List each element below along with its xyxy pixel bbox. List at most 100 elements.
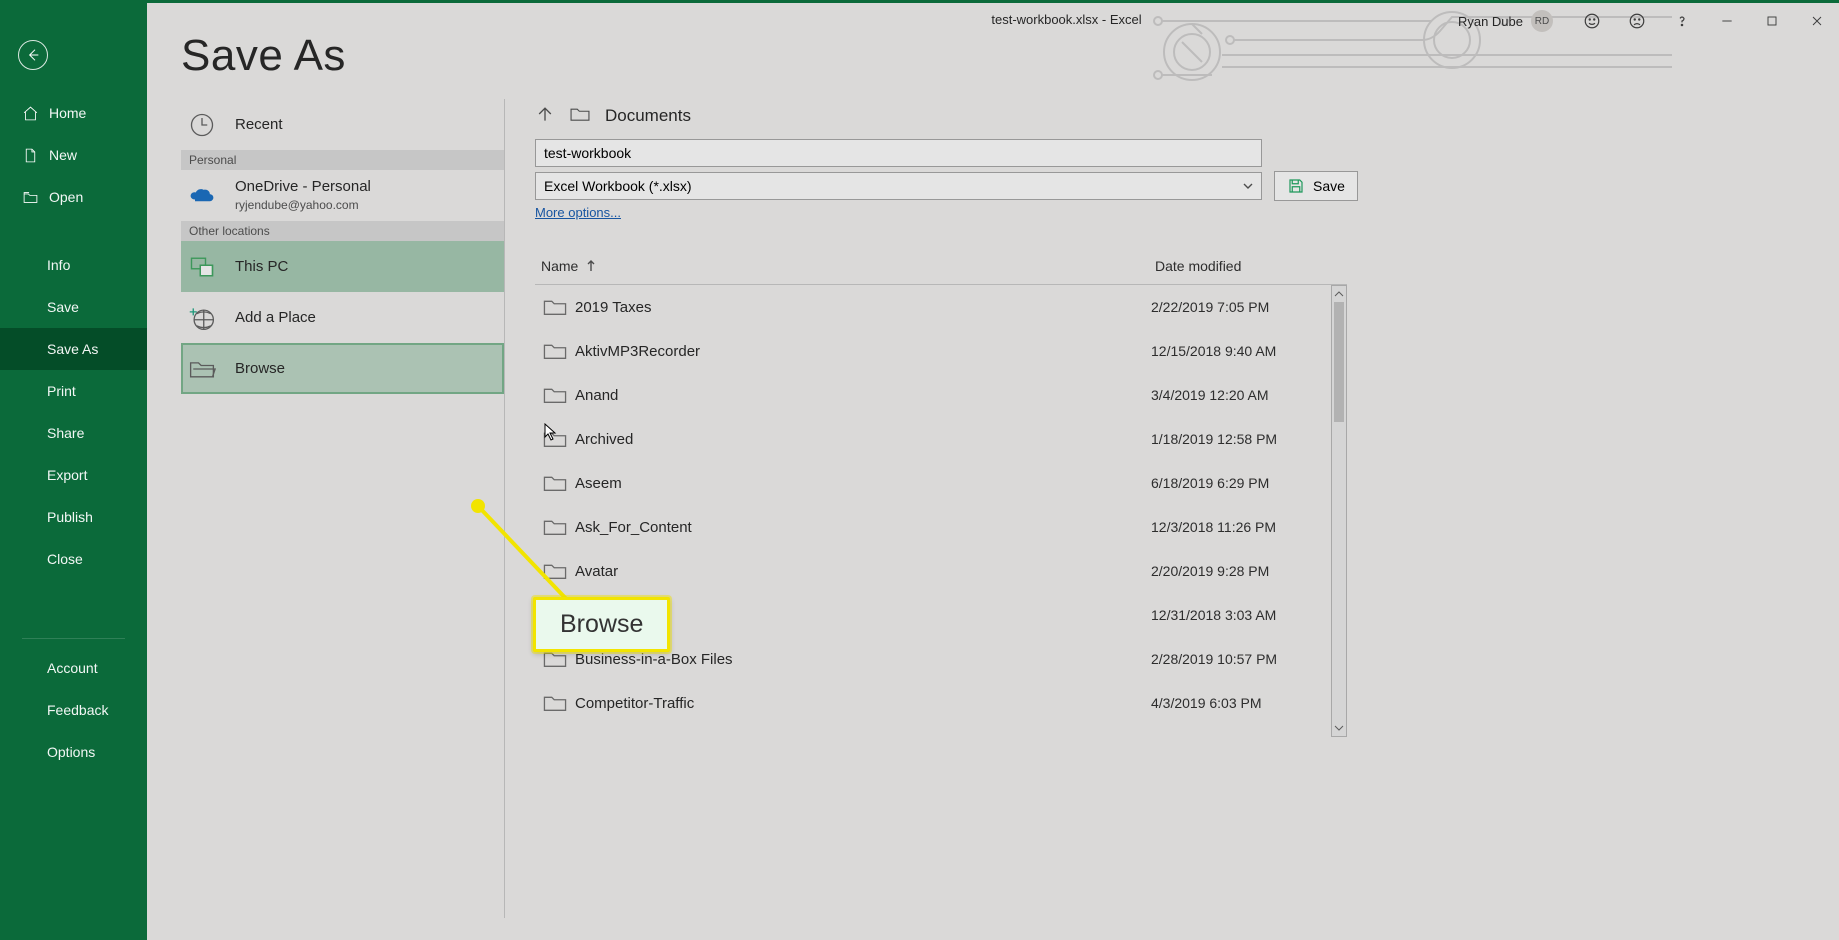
scroll-up-icon[interactable]	[1332, 286, 1346, 302]
sidebar-item-print[interactable]: Print	[0, 370, 147, 412]
locations-section-personal: Personal	[181, 150, 504, 170]
sidebar-item-new[interactable]: New	[0, 134, 147, 176]
file-row[interactable]: AktivMP3Recorder12/15/2018 9:40 AM	[535, 329, 1347, 373]
save-button[interactable]: Save	[1274, 171, 1358, 201]
sidebar-item-label: Export	[47, 467, 87, 483]
sidebar-item-label: Print	[47, 383, 76, 399]
file-row[interactable]: Competitor-Traffic4/3/2019 6:03 PM	[535, 681, 1347, 725]
sidebar-item-feedback[interactable]: Feedback	[0, 689, 147, 731]
scrollbar[interactable]	[1331, 285, 1347, 737]
sidebar-item-options[interactable]: Options	[0, 731, 147, 773]
smile-feedback-icon[interactable]	[1569, 6, 1614, 36]
file-list-header: Name Date modified	[535, 252, 1347, 285]
location-onedrive[interactable]: OneDrive - Personal ryjendube@yahoo.com	[181, 170, 504, 221]
open-folder-icon	[22, 189, 39, 206]
location-this-pc[interactable]: This PC	[181, 241, 504, 292]
file-list: 2019 Taxes2/22/2019 7:05 PM AktivMP3Reco…	[535, 285, 1347, 737]
page-title: Save As	[181, 31, 1805, 81]
home-icon	[22, 105, 39, 122]
file-date: 12/3/2018 11:26 PM	[1151, 519, 1276, 535]
sidebar-item-info[interactable]: Info	[0, 244, 147, 286]
folder-icon	[535, 429, 575, 449]
file-name: Avatar	[575, 563, 1151, 580]
column-header-date[interactable]: Date modified	[1155, 258, 1241, 274]
location-browse[interactable]: Browse	[181, 343, 504, 394]
file-row[interactable]: Ask_For_Content12/3/2018 11:26 PM	[535, 505, 1347, 549]
minimize-button[interactable]	[1704, 6, 1749, 36]
location-sublabel: ryjendube@yahoo.com	[235, 198, 359, 212]
file-date: 3/4/2019 12:20 AM	[1151, 387, 1269, 403]
sidebar-item-saveas[interactable]: Save As	[0, 328, 147, 370]
file-row[interactable]: Business-in-a-Box Files2/28/2019 10:57 P…	[535, 637, 1347, 681]
file-name: Archived	[575, 431, 1151, 448]
location-label: This PC	[235, 258, 288, 275]
file-row[interactable]: Aseem6/18/2019 6:29 PM	[535, 461, 1347, 505]
file-date: 12/31/2018 3:03 AM	[1151, 607, 1276, 623]
location-label: OneDrive - Personal	[235, 178, 371, 195]
location-recent[interactable]: Recent	[181, 99, 504, 150]
sidebar-item-close[interactable]: Close	[0, 538, 147, 580]
sidebar-item-export[interactable]: Export	[0, 454, 147, 496]
folder-icon	[535, 517, 575, 537]
file-row[interactable]: computer-science-online11/15/2018 9:48 P…	[535, 725, 1347, 737]
breadcrumb-label[interactable]: Documents	[605, 106, 691, 126]
filename-input[interactable]	[535, 139, 1262, 167]
save-disk-icon	[1287, 177, 1305, 195]
file-row[interactable]: BlackSquad12/31/2018 3:03 AM	[535, 593, 1347, 637]
filetype-dropdown[interactable]: Excel Workbook (*.xlsx)	[535, 172, 1262, 200]
sidebar-item-share[interactable]: Share	[0, 412, 147, 454]
save-button-label: Save	[1313, 178, 1345, 194]
file-name: Ask_For_Content	[575, 519, 1151, 536]
onedrive-icon	[187, 181, 217, 211]
scroll-down-icon[interactable]	[1332, 720, 1346, 736]
sidebar-item-label: Home	[49, 105, 86, 121]
file-name: Business-in-a-Box Files	[575, 651, 1151, 668]
sidebar-item-label: Share	[47, 425, 84, 441]
backstage-sidebar: Home New Open Info Save Save As Print Sh…	[0, 0, 147, 940]
title-bar: test-workbook.xlsx - Excel Ryan Dube RD	[294, 6, 1839, 36]
sidebar-item-label: New	[49, 147, 77, 163]
folder-up-button[interactable]	[535, 104, 555, 129]
file-date: 2/28/2019 10:57 PM	[1151, 651, 1277, 667]
sidebar-item-publish[interactable]: Publish	[0, 496, 147, 538]
location-add-place[interactable]: Add a Place	[181, 292, 504, 343]
sidebar-item-save[interactable]: Save	[0, 286, 147, 328]
sidebar-item-label: Account	[47, 660, 98, 676]
file-date: 2/22/2019 7:05 PM	[1151, 299, 1269, 315]
sidebar-item-label: Publish	[47, 509, 93, 525]
sidebar-item-label: Open	[49, 189, 83, 205]
file-row[interactable]: Avatar2/20/2019 9:28 PM	[535, 549, 1347, 593]
file-date: 12/15/2018 9:40 AM	[1151, 343, 1276, 359]
file-date: 6/18/2019 6:29 PM	[1151, 475, 1269, 491]
file-row[interactable]: 2019 Taxes2/22/2019 7:05 PM	[535, 285, 1347, 329]
folder-icon	[535, 605, 575, 625]
more-options-link[interactable]: More options...	[535, 205, 621, 220]
frown-feedback-icon[interactable]	[1614, 6, 1659, 36]
maximize-button[interactable]	[1749, 6, 1794, 36]
sidebar-item-label: Info	[47, 257, 70, 273]
file-name: 2019 Taxes	[575, 299, 1151, 316]
folder-icon	[535, 385, 575, 405]
new-file-icon	[22, 147, 39, 164]
sidebar-item-account[interactable]: Account	[0, 647, 147, 689]
folder-icon	[535, 473, 575, 493]
back-button[interactable]	[18, 40, 48, 70]
file-row[interactable]: Anand3/4/2019 12:20 AM	[535, 373, 1347, 417]
save-target-panel: Documents Excel Workbook (*.xlsx) Save M…	[531, 99, 1805, 918]
folder-icon	[535, 693, 575, 713]
file-row[interactable]: Archived1/18/2019 12:58 PM	[535, 417, 1347, 461]
file-date: 1/18/2019 12:58 PM	[1151, 431, 1277, 447]
locations-panel: Recent Personal OneDrive - Personal ryje…	[181, 99, 504, 918]
add-place-icon	[187, 303, 217, 333]
sidebar-item-open[interactable]: Open	[0, 176, 147, 218]
folder-icon	[535, 649, 575, 669]
window-title: test-workbook.xlsx - Excel	[991, 12, 1141, 27]
close-window-button[interactable]	[1794, 6, 1839, 36]
sidebar-item-home[interactable]: Home	[0, 92, 147, 134]
scrollbar-thumb[interactable]	[1334, 302, 1344, 422]
column-header-name[interactable]: Name	[535, 258, 1155, 274]
help-icon[interactable]	[1659, 6, 1704, 36]
user-avatar[interactable]: RD	[1531, 10, 1553, 32]
chevron-down-icon	[1243, 181, 1253, 191]
location-label: Recent	[235, 116, 283, 133]
